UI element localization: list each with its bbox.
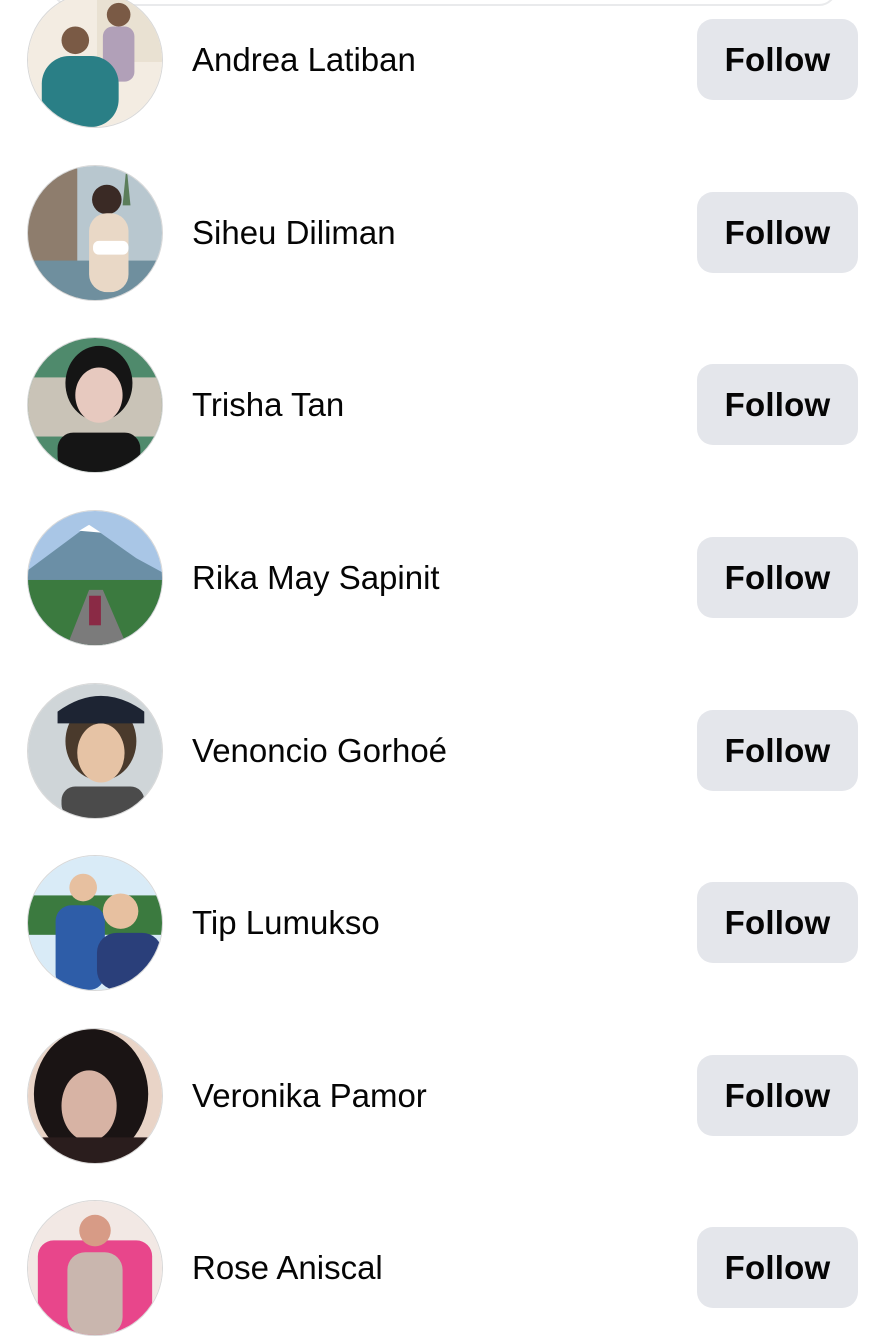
avatar[interactable] [27,510,163,646]
profile-photo-icon [28,338,162,472]
avatar[interactable] [27,1200,163,1336]
person-name[interactable]: Veronika Pamor [192,1078,427,1114]
list-item: Rika May Sapinit Follow [0,510,885,650]
person-name[interactable]: Trisha Tan [192,387,344,423]
list-item: Tip Lumukso Follow [0,855,885,995]
person-name[interactable]: Tip Lumukso [192,905,380,941]
list-item: Siheu Diliman Follow [0,165,885,305]
follow-button[interactable]: Follow [697,710,858,791]
profile-photo-icon [28,1201,162,1335]
avatar[interactable] [27,1028,163,1164]
avatar[interactable] [27,683,163,819]
profile-photo-icon [28,511,162,645]
profile-photo-icon [28,856,162,990]
profile-photo-icon [28,1029,162,1163]
follow-button[interactable]: Follow [697,537,858,618]
avatar[interactable] [27,855,163,991]
follow-button[interactable]: Follow [697,882,858,963]
avatar[interactable] [27,337,163,473]
list-item: Veronika Pamor Follow [0,1028,885,1168]
person-name[interactable]: Venoncio Gorhoé [192,733,447,769]
person-name[interactable]: Siheu Diliman [192,215,396,251]
profile-photo-icon [28,166,162,300]
profile-photo-icon [28,684,162,818]
list-item: Andrea Latiban Follow [0,0,885,132]
avatar[interactable] [27,165,163,301]
follow-button[interactable]: Follow [697,364,858,445]
follow-button[interactable]: Follow [697,19,858,100]
person-name[interactable]: Rose Aniscal [192,1250,383,1286]
follow-button[interactable]: Follow [697,192,858,273]
follow-button[interactable]: Follow [697,1055,858,1136]
list-item: Trisha Tan Follow [0,337,885,477]
list-item: Rose Aniscal Follow [0,1200,885,1340]
avatar[interactable] [27,0,163,128]
person-name[interactable]: Andrea Latiban [192,42,416,78]
list-item: Venoncio Gorhoé Follow [0,683,885,823]
follow-button[interactable]: Follow [697,1227,858,1308]
person-name[interactable]: Rika May Sapinit [192,560,440,596]
profile-photo-icon [28,0,162,127]
